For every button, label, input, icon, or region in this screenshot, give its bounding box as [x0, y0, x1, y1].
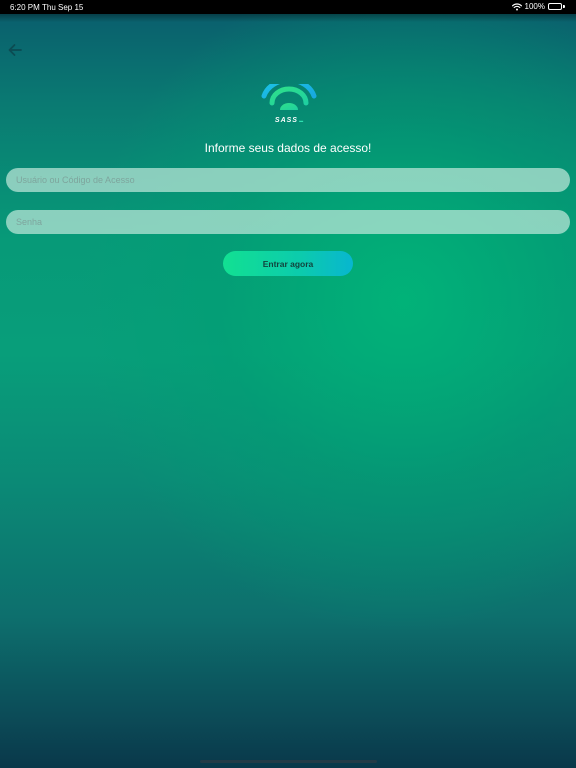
app-logo: SASS ▬ — [259, 84, 319, 128]
status-time: 6:20 PM — [10, 3, 40, 12]
logo-brand-text: SASS — [274, 117, 298, 124]
wifi-logo-icon — [261, 84, 317, 110]
arrow-left-icon — [8, 44, 22, 56]
username-input[interactable] — [6, 168, 570, 192]
login-heading: Informe seus dados de acesso! — [204, 141, 372, 155]
status-right-group: 100% — [511, 2, 566, 11]
wifi-icon — [511, 2, 522, 11]
battery-percent: 100% — [524, 2, 545, 11]
home-indicator[interactable] — [200, 760, 377, 763]
status-date: Thu Sep 15 — [42, 3, 84, 12]
login-button[interactable]: Entrar agora — [223, 251, 353, 276]
status-bar: 6:20 PM Thu Sep 15 100% — [0, 0, 576, 14]
logo-brand: SASS ▬ — [259, 117, 319, 124]
back-button[interactable] — [6, 42, 24, 58]
logo-brand-mark: ▬ — [297, 118, 304, 123]
password-input[interactable] — [6, 210, 570, 234]
login-screen: SASS ▬ Informe seus dados de acesso! Ent… — [0, 14, 576, 768]
battery-icon — [548, 3, 566, 11]
